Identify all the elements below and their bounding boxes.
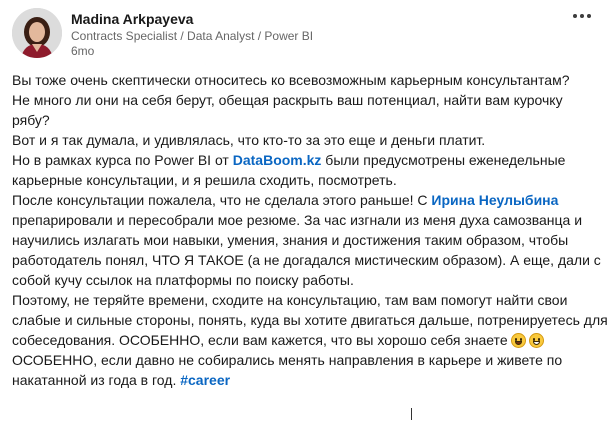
post-line: рябу? [12, 112, 50, 128]
post-card: Madina Arkpayeva Contracts Specialist / … [0, 0, 609, 421]
post-line: После консультации пожалела, что не сдел… [12, 190, 602, 210]
smiling-face-emoji [528, 333, 544, 348]
post-line: Вы тоже очень скептически относитесь ко … [12, 72, 570, 88]
text-cursor [411, 408, 412, 420]
post-line: Вот и я так думала, и удивлялась, что кт… [12, 132, 486, 148]
post-line: научились излагать мои навыки, умения, з… [12, 232, 569, 248]
databoom-link[interactable]: DataBoom.kz [233, 152, 322, 168]
post-time: 6mo [71, 44, 95, 58]
more-options-button[interactable] [570, 4, 594, 28]
grinning-face-emoji [510, 333, 526, 348]
more-horizontal-icon [573, 14, 577, 18]
post-line: собой кучу ссылок на платформы по поиску… [12, 272, 354, 288]
post-line: Но в рамках курса по Power BI от DataBoo… [12, 150, 602, 170]
post-line: собеседования. ОСОБЕННО, если вам кажетс… [12, 330, 602, 350]
post-text: накатанной из года в год. [12, 372, 181, 388]
mention-link[interactable]: Ирина Неулыбина [431, 192, 558, 208]
post-line: слабые и сильные стороны, понять, куда в… [12, 312, 608, 328]
post-text: Но в рамках курса по Power BI от [12, 152, 233, 168]
profile-photo [12, 8, 62, 58]
post-body: Вы тоже очень скептически относитесь ко … [12, 70, 608, 390]
post-text: После консультации пожалела, что не сдел… [12, 192, 432, 208]
avatar[interactable] [12, 8, 62, 58]
post-text: собеседования. ОСОБЕННО, если вам кажетс… [12, 332, 508, 348]
post-line: карьерные консультации, и я решила сходи… [12, 172, 397, 188]
post-line: ОСОБЕННО, если давно не собирались менят… [12, 352, 563, 368]
author-headline: Contracts Specialist / Data Analyst / Po… [71, 29, 314, 43]
post-line: Поэтому, не теряйте времени, сходите на … [12, 292, 568, 308]
post-line: препарировали и пересобрали мое резюме. … [12, 212, 583, 228]
author-name[interactable]: Madina Arkpayeva [71, 11, 193, 27]
post-text: были предусмотрены еженедельные [321, 152, 566, 168]
more-horizontal-icon-dot [587, 14, 591, 18]
post-line: Не много ли они на себя берут, обещая ра… [12, 92, 563, 108]
post-line: накатанной из года в год. #career [12, 370, 602, 390]
hashtag-link[interactable]: #career [180, 372, 230, 388]
post-line: работодатель понял, ЧТО Я ТАКОЕ (а не до… [12, 252, 601, 268]
more-horizontal-icon-dot [580, 14, 584, 18]
